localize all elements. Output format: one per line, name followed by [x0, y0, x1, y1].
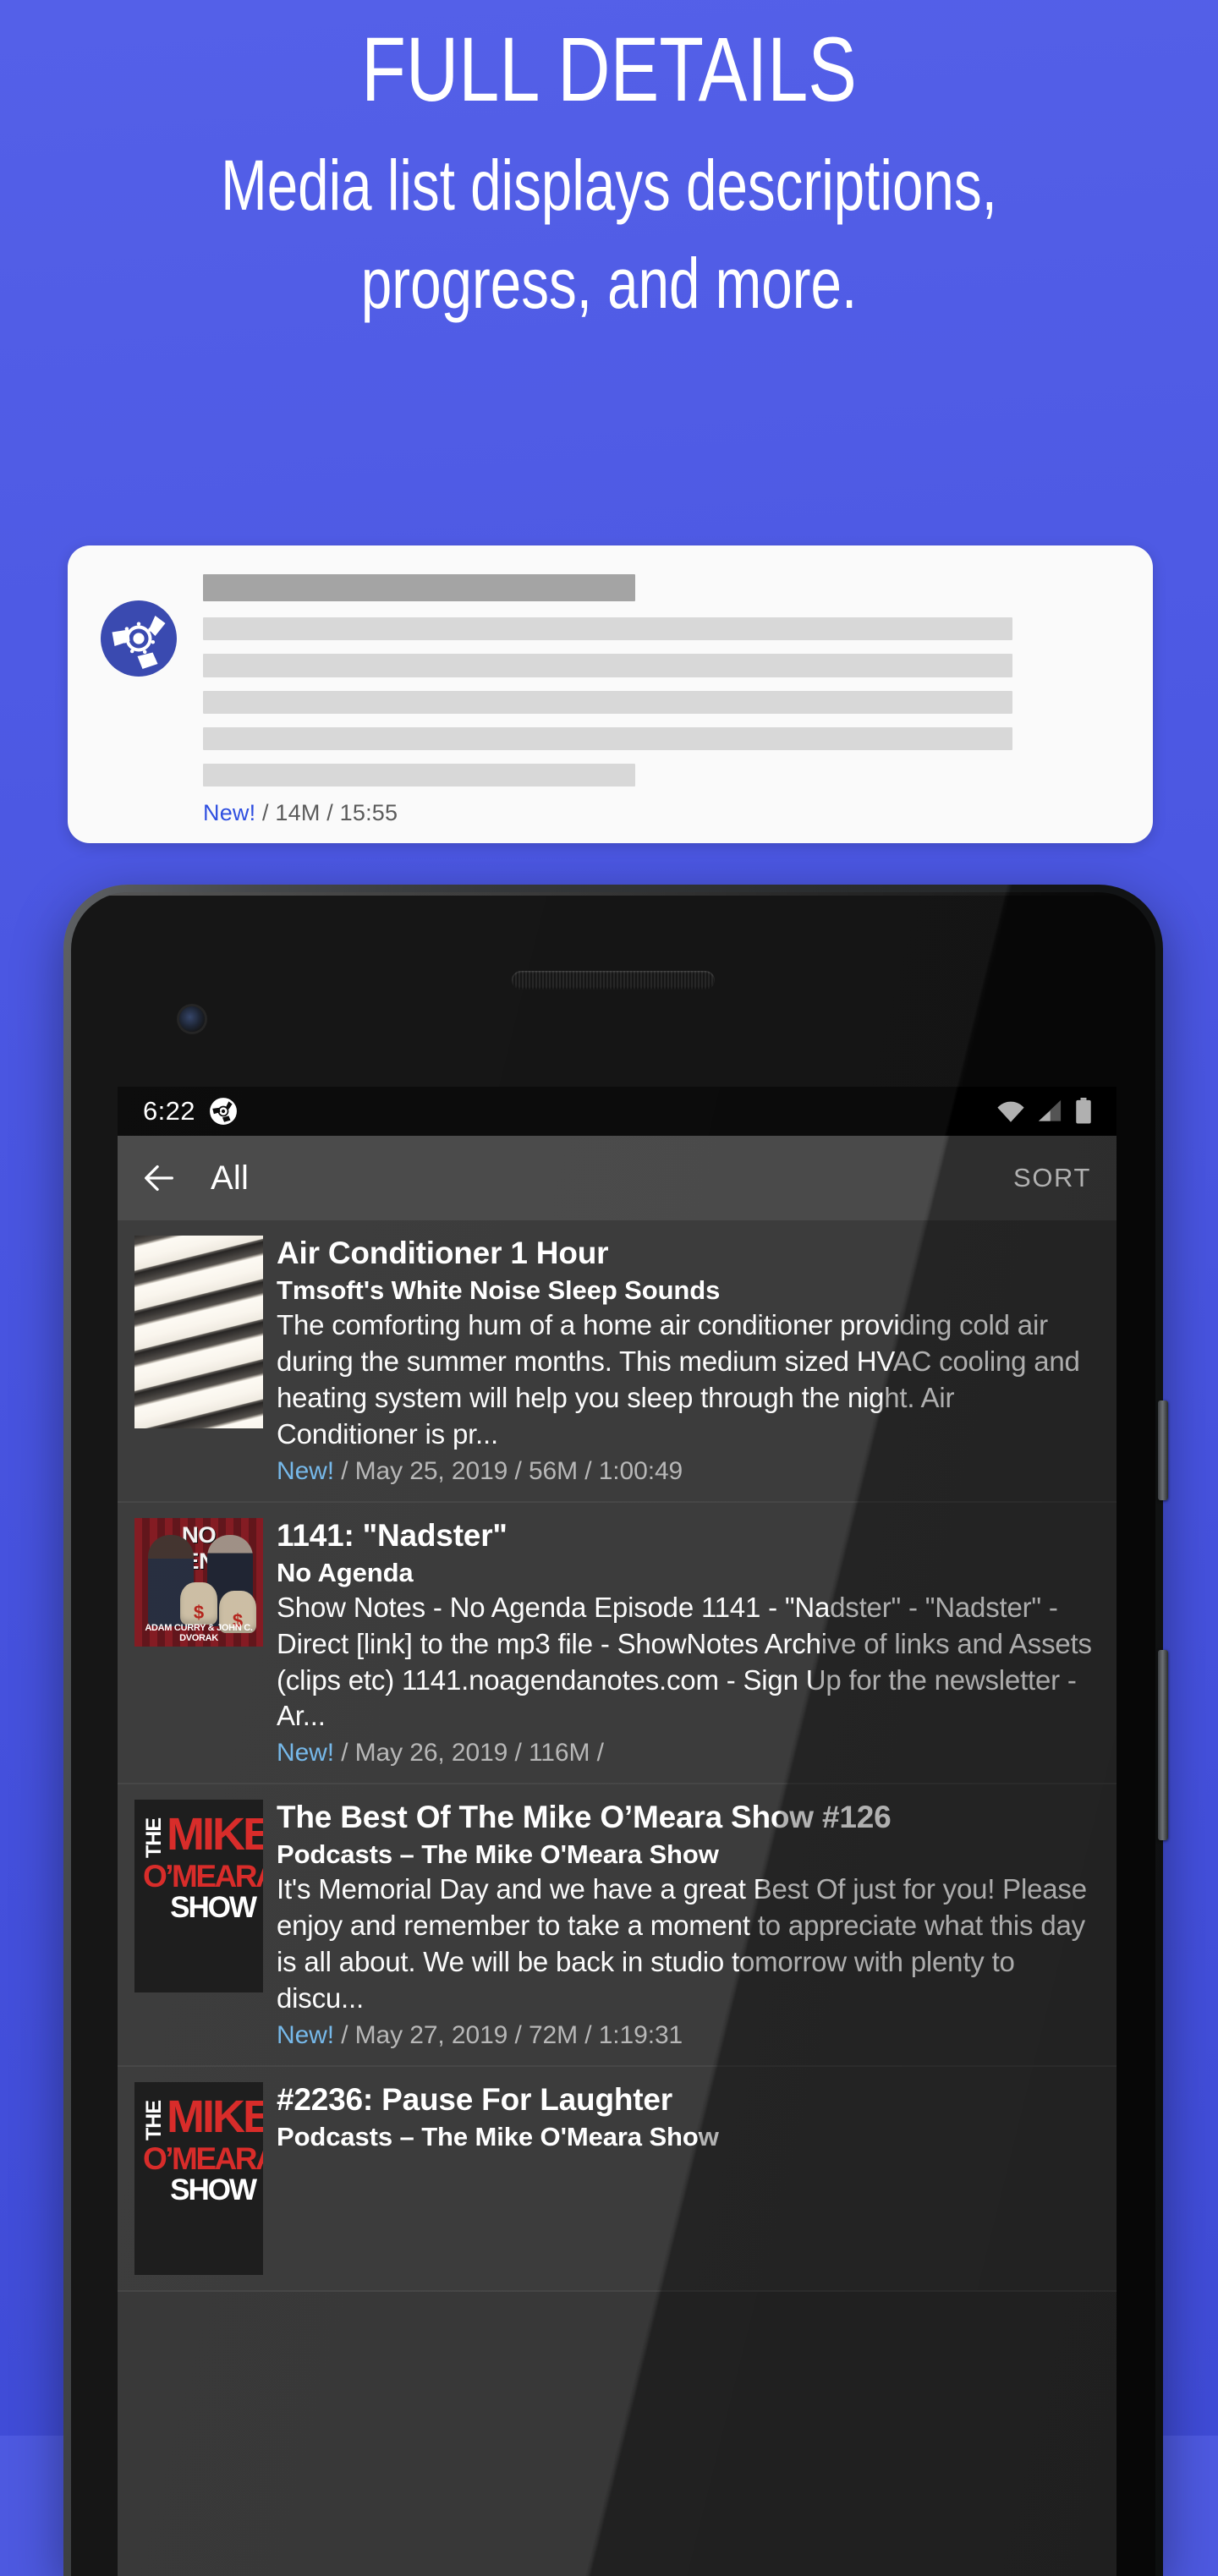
item-meta-rest: / May 25, 2019 / 56M / 1:00:49 [333, 1456, 683, 1485]
phone-body: 6:22 All SORT Air Conditioner 1 Hour Tms… [63, 885, 1163, 2576]
item-artwork [134, 1236, 263, 1486]
promo-card-skeleton: New! / 14M / 15:55 [203, 571, 1122, 826]
app-bar: All SORT [118, 1136, 1116, 1220]
item-description: Show Notes - No Agenda Episode 1141 - "N… [277, 1591, 1092, 1732]
item-subtitle: Podcasts – The Mike O'Meara Show [277, 2121, 719, 2151]
list-item[interactable]: THE MIKE O’MEARA SHOW #2236: Pause For L… [118, 2066, 1116, 2292]
artwork-show-text: SHOW [170, 1891, 257, 1925]
mike-omeara-cover: THE MIKE O’MEARA SHOW [134, 2081, 263, 2275]
artwork-bag-label: $ [193, 1601, 205, 1623]
artwork-show-text: SHOW [170, 2173, 257, 2206]
status-time: 6:22 [143, 1096, 195, 1126]
reel-disc-icon [210, 1098, 237, 1125]
promo-text-block: FULL DETAILS Media list displays descrip… [0, 24, 1218, 333]
item-artwork: THE MIKE O’MEARA SHOW [134, 2081, 263, 2275]
promo-card-meta: New! / 14M / 15:55 [203, 800, 1122, 826]
promo-card-meta-rest: / 14M / 15:55 [255, 800, 398, 826]
cell-signal-icon [1038, 1099, 1062, 1121]
promo-example-card: New! / 14M / 15:55 [68, 545, 1153, 843]
air-conditioner-photo [134, 1236, 263, 1428]
artwork-the-text: THE [142, 1818, 166, 1859]
phone-screen: 6:22 All SORT Air Conditioner 1 Hour Tms… [118, 1087, 1116, 2576]
item-meta: New! / May 27, 2019 / 72M / 1:19:31 [277, 2021, 1098, 2050]
artwork-mike-text: MIKE [167, 1809, 263, 1861]
list-item[interactable]: NO AGENDA $ $ ADAM CURRY & JOHN C. DVORA… [118, 1502, 1116, 1785]
volume-rocker-button[interactable] [1158, 1650, 1168, 1840]
item-subtitle: Podcasts – The Mike O'Meara Show [277, 1839, 719, 1870]
item-artwork: NO AGENDA $ $ ADAM CURRY & JOHN C. DVORA… [134, 1517, 263, 1768]
skeleton-line [203, 617, 1012, 641]
front-camera-icon [179, 1006, 205, 1032]
promo-subtitle: Media list displays descriptions, progre… [221, 145, 997, 323]
artwork-the-text: THE [142, 2100, 166, 2140]
item-meta: New! / May 25, 2019 / 56M / 1:00:49 [277, 1457, 1098, 1486]
mike-omeara-cover: THE MIKE O’MEARA SHOW [134, 1800, 263, 1993]
phone-glass: 6:22 All SORT Air Conditioner 1 Hour Tms… [71, 892, 1155, 2576]
artwork-omeara-text: O’MEARA [143, 1859, 263, 1894]
item-title: Air Conditioner 1 Hour [277, 1236, 609, 1270]
item-title: 1141: "Nadster" [277, 1517, 508, 1553]
phone-mockup: 6:22 All SORT Air Conditioner 1 Hour Tms… [63, 885, 1168, 2576]
skeleton-line [203, 726, 1012, 750]
item-artwork: THE MIKE O’MEARA SHOW [134, 1800, 263, 2050]
wifi-icon [997, 1101, 1024, 1122]
back-arrow-icon[interactable] [140, 1159, 178, 1198]
skeleton-line [203, 763, 635, 787]
page-title: All [211, 1159, 250, 1197]
reel-disc-icon [101, 600, 177, 677]
item-new-badge: New! [277, 1739, 334, 1768]
item-new-badge: New! [277, 1456, 334, 1485]
artwork-omeara-text: O’MEARA [143, 2140, 263, 2176]
list-item[interactable]: THE MIKE O’MEARA SHOW The Best Of The Mi… [118, 1784, 1116, 2067]
no-agenda-cover: NO AGENDA $ $ ADAM CURRY & JOHN C. DVORA… [134, 1517, 263, 1647]
list-item[interactable]: Air Conditioner 1 Hour Tmsoft's White No… [118, 1220, 1116, 1503]
media-list[interactable]: Air Conditioner 1 Hour Tmsoft's White No… [118, 1220, 1116, 2292]
item-subtitle: No Agenda [277, 1557, 414, 1587]
promo-card-artwork [98, 571, 179, 826]
artwork-mike-text: MIKE [167, 2091, 263, 2142]
skeleton-title-bar [203, 574, 635, 602]
item-meta-rest: / May 26, 2019 / 116M / [333, 1739, 604, 1768]
item-subtitle: Tmsoft's White Noise Sleep Sounds [277, 1274, 721, 1305]
skeleton-line [203, 654, 1012, 677]
battery-icon [1076, 1098, 1091, 1124]
promo-title: FULL DETAILS [361, 18, 857, 120]
artwork-credits-text: ADAM CURRY & JOHN C. DVORAK [145, 1622, 253, 1643]
item-description: The comforting hum of a home air conditi… [277, 1309, 1080, 1450]
sort-button[interactable]: SORT [1013, 1163, 1091, 1193]
skeleton-line [203, 690, 1012, 714]
earpiece-speaker [512, 971, 715, 989]
item-meta-rest: / May 27, 2019 / 72M / 1:19:31 [333, 2020, 683, 2049]
item-meta: New! / May 26, 2019 / 116M / [277, 1739, 1098, 1768]
item-new-badge: New! [277, 2020, 334, 2049]
item-description: It's Memorial Day and we have a great Be… [277, 1873, 1087, 2014]
promo-card-new-badge: New! [203, 800, 256, 826]
power-button[interactable] [1158, 1400, 1168, 1500]
item-title: The Best Of The Mike O’Meara Show #126 [277, 1800, 892, 1835]
status-bar: 6:22 [118, 1087, 1116, 1136]
status-icons [996, 1098, 1093, 1125]
item-title: #2236: Pause For Laughter [277, 2081, 672, 2117]
